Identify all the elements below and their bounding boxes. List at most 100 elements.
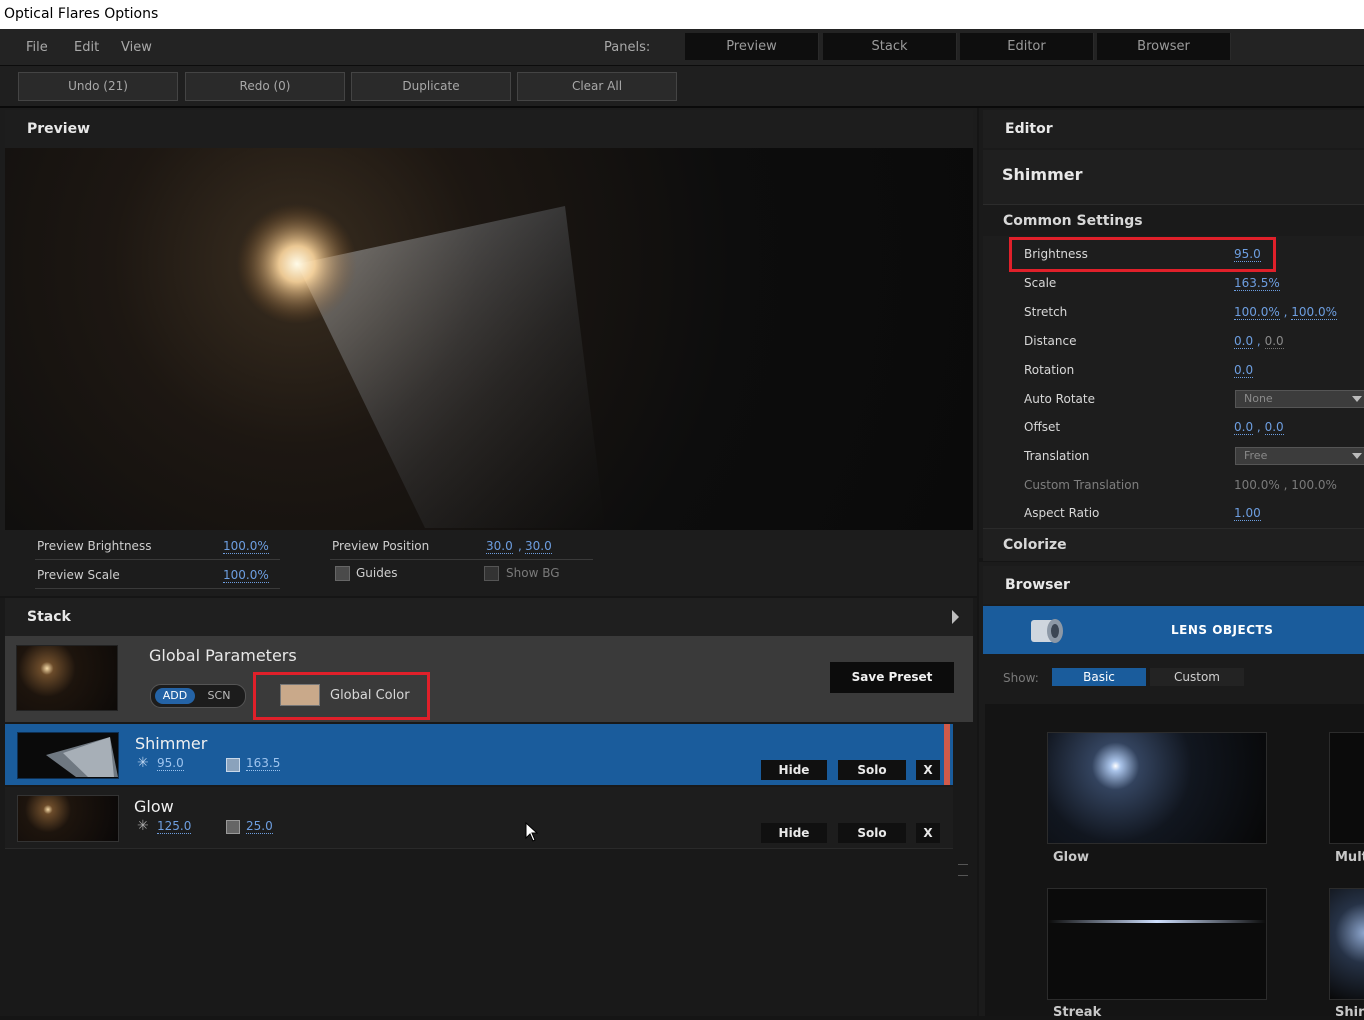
guides-checkbox[interactable] bbox=[335, 566, 350, 581]
menu-file[interactable]: File bbox=[26, 40, 48, 55]
translation-selected: Free bbox=[1244, 449, 1268, 462]
stack-title: Stack bbox=[27, 609, 71, 625]
stack-row-glow[interactable]: Glow ✳ 125.0 25.0 Hide Solo X bbox=[5, 787, 953, 849]
preview-brightness-value[interactable]: 100.0% bbox=[223, 539, 269, 554]
preview-panel-header: Preview bbox=[5, 110, 973, 148]
stretch-y[interactable]: 100.0% bbox=[1291, 305, 1338, 320]
undo-button[interactable]: Undo (21) bbox=[18, 72, 178, 101]
auto-rotate-selected: None bbox=[1244, 392, 1273, 405]
distance-label: Distance bbox=[1024, 334, 1077, 348]
shimmer-brightness[interactable]: 95.0 bbox=[157, 756, 184, 771]
scale-value-text[interactable]: 163.5% bbox=[1234, 276, 1280, 291]
custom-tab[interactable]: Custom bbox=[1150, 668, 1244, 686]
distance-value[interactable]: 0.0 , 0.0 bbox=[1234, 334, 1284, 349]
scale-label: Scale bbox=[1024, 276, 1057, 290]
menu-edit[interactable]: Edit bbox=[74, 40, 99, 55]
scale-value[interactable]: 163.5% bbox=[1234, 276, 1280, 291]
streak-line bbox=[1048, 920, 1266, 923]
editor-title: Editor bbox=[1005, 121, 1053, 137]
add-mode-button[interactable]: ADD bbox=[155, 688, 195, 704]
divider bbox=[330, 559, 593, 560]
preview-canvas[interactable] bbox=[5, 148, 973, 530]
panel-editor-button[interactable]: Editor bbox=[960, 33, 1094, 60]
stack-row-shimmer[interactable]: Shimmer ✳ 95.0 163.5 Hide Solo X bbox=[5, 724, 953, 785]
stretch-value[interactable]: 100.0% , 100.0% bbox=[1234, 305, 1338, 320]
offset-value[interactable]: 0.0 , 0.0 bbox=[1234, 420, 1284, 435]
translation-dropdown[interactable]: Free bbox=[1235, 447, 1364, 465]
tile-label-mult: Mult bbox=[1335, 850, 1364, 865]
preview-position-x[interactable]: 30.0 bbox=[486, 539, 513, 554]
window-title-bar: Optical Flares Options bbox=[0, 0, 1364, 29]
shimmer-thumbnail bbox=[17, 732, 119, 779]
tile-label-glow: Glow bbox=[1053, 850, 1090, 865]
lens-icon bbox=[1031, 619, 1063, 643]
glow-brightness[interactable]: 125.0 bbox=[157, 819, 192, 834]
glow-hide-button[interactable]: Hide bbox=[761, 823, 827, 843]
shimmer-remove-button[interactable]: X bbox=[916, 760, 940, 780]
scn-mode-button[interactable]: SCN bbox=[199, 688, 239, 704]
preview-position-y[interactable]: 30.0 bbox=[525, 539, 552, 554]
panel-preview-button[interactable]: Preview bbox=[685, 33, 819, 60]
expand-arrow-icon[interactable] bbox=[952, 610, 959, 624]
glow-solo-button[interactable]: Solo bbox=[838, 823, 906, 843]
glow-remove-button[interactable]: X bbox=[916, 823, 940, 843]
colorize-section[interactable]: Colorize bbox=[983, 528, 1364, 561]
aspect-ratio-value[interactable]: 1.00 bbox=[1234, 506, 1261, 521]
glow-scale[interactable]: 25.0 bbox=[246, 819, 273, 834]
panel-stack-button[interactable]: Stack bbox=[823, 33, 957, 60]
rotation-value[interactable]: 0.0 bbox=[1234, 363, 1254, 378]
divider bbox=[35, 559, 280, 560]
divider bbox=[35, 588, 280, 589]
shimmer-scale[interactable]: 163.5 bbox=[246, 756, 281, 771]
editor-panel-header: Editor bbox=[983, 110, 1364, 148]
common-settings-title: Common Settings bbox=[1003, 213, 1143, 229]
global-parameters-title: Global Parameters bbox=[149, 646, 297, 665]
chevron-down-icon bbox=[1352, 396, 1362, 402]
resize-grip-icon[interactable] bbox=[958, 864, 968, 876]
browser-tile-streak[interactable] bbox=[1047, 888, 1267, 1000]
save-preset-button[interactable]: Save Preset bbox=[830, 662, 954, 693]
panels-label: Panels: bbox=[604, 40, 651, 55]
preview-position-separator: , bbox=[518, 539, 522, 553]
tile-label-streak: Streak bbox=[1053, 1005, 1102, 1020]
show-bg-checkbox[interactable] bbox=[484, 566, 499, 581]
browser-tile-shimmer[interactable] bbox=[1329, 888, 1364, 1000]
brightness-highlight bbox=[1009, 237, 1276, 272]
tile-label-shin: Shin bbox=[1335, 1005, 1364, 1020]
global-thumbnail bbox=[16, 645, 118, 711]
offset-x[interactable]: 0.0 bbox=[1234, 420, 1254, 435]
basic-tab[interactable]: Basic bbox=[1052, 668, 1146, 686]
lens-objects-header[interactable]: LENS OBJECTS bbox=[983, 606, 1364, 654]
global-color-highlight bbox=[253, 672, 430, 720]
distance-x[interactable]: 0.0 bbox=[1234, 334, 1254, 349]
redo-button[interactable]: Redo (0) bbox=[185, 72, 345, 101]
shimmer-hide-button[interactable]: Hide bbox=[761, 760, 827, 780]
global-parameters: Global Parameters ADD SCN Global Color S… bbox=[5, 636, 973, 722]
stretch-x[interactable]: 100.0% bbox=[1234, 305, 1280, 320]
browser-tile-mult[interactable] bbox=[1329, 732, 1364, 844]
auto-rotate-dropdown[interactable]: None bbox=[1235, 390, 1364, 408]
glow-thumbnail bbox=[17, 795, 119, 842]
separator: , bbox=[1256, 334, 1261, 348]
aspect-ratio-label: Aspect Ratio bbox=[1024, 506, 1100, 520]
auto-rotate-label: Auto Rotate bbox=[1024, 392, 1095, 406]
browser-tile-glow[interactable] bbox=[1047, 732, 1267, 844]
window-title: Optical Flares Options bbox=[4, 6, 159, 22]
aspect-ratio-value-text[interactable]: 1.00 bbox=[1234, 506, 1261, 521]
offset-y[interactable]: 0.0 bbox=[1264, 420, 1284, 435]
menu-view[interactable]: View bbox=[121, 40, 152, 55]
brightness-icon: ✳ bbox=[137, 755, 149, 771]
duplicate-button[interactable]: Duplicate bbox=[351, 72, 511, 101]
mouse-cursor-icon bbox=[525, 822, 539, 842]
shimmer-name: Shimmer bbox=[135, 734, 208, 753]
preview-scale-value[interactable]: 100.0% bbox=[223, 568, 269, 583]
clear-all-button[interactable]: Clear All bbox=[517, 72, 677, 101]
panel-browser-button[interactable]: Browser bbox=[1097, 33, 1231, 60]
shimmer-solo-button[interactable]: Solo bbox=[838, 760, 906, 780]
rotation-value-text[interactable]: 0.0 bbox=[1234, 363, 1254, 378]
separator: , bbox=[1256, 420, 1261, 434]
stretch-label: Stretch bbox=[1024, 305, 1068, 319]
show-label: Show: bbox=[1003, 671, 1039, 685]
distance-y[interactable]: 0.0 bbox=[1264, 334, 1284, 349]
lens-objects-title: LENS OBJECTS bbox=[1171, 623, 1274, 637]
